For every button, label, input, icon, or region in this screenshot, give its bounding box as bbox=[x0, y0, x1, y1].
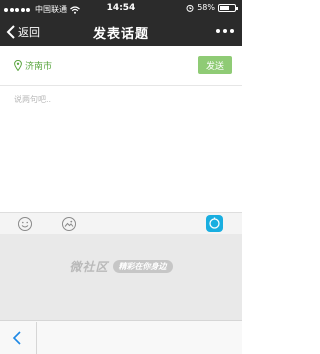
tool-row bbox=[0, 212, 242, 234]
post-text-area[interactable]: 说两句吧.. bbox=[0, 86, 242, 212]
battery-icon bbox=[218, 3, 238, 12]
brand-name: 微社区 bbox=[69, 260, 109, 274]
top-bar: 中国联通 14:54 58% 返回 发表话题 bbox=[0, 0, 242, 46]
brand-mark: 微社区 精彩在你身边 bbox=[0, 258, 242, 275]
browser-bottom-bar bbox=[0, 320, 242, 354]
location-selector[interactable]: 济南市 bbox=[14, 59, 52, 72]
battery-percent: 58% bbox=[197, 3, 215, 12]
post-placeholder: 说两句吧.. bbox=[14, 95, 52, 104]
location-city: 济南市 bbox=[25, 62, 53, 72]
location-pin-icon bbox=[14, 60, 22, 71]
browser-back-icon[interactable] bbox=[10, 329, 24, 347]
alarm-icon bbox=[186, 4, 194, 12]
camera-button[interactable] bbox=[206, 215, 223, 232]
nav-bar: 返回 发表话题 bbox=[0, 18, 242, 46]
image-icon[interactable] bbox=[61, 216, 77, 232]
brand-panel: 微社区 精彩在你身边 bbox=[0, 234, 242, 320]
bottom-divider bbox=[36, 322, 37, 354]
more-icon[interactable] bbox=[216, 29, 234, 33]
brand-slogan: 精彩在你身边 bbox=[112, 260, 173, 273]
camera-icon bbox=[209, 217, 220, 229]
send-button[interactable]: 发送 bbox=[198, 56, 232, 74]
post-topic-screen: 中国联通 14:54 58% 返回 发表话题 济南市 发送 说两句吧.. 微社区… bbox=[0, 0, 242, 354]
location-row: 济南市 发送 bbox=[0, 46, 242, 86]
emoji-icon[interactable] bbox=[17, 216, 33, 232]
page-title: 发表话题 bbox=[92, 27, 149, 42]
status-right: 58% bbox=[186, 3, 238, 12]
status-bar: 中国联通 14:54 58% bbox=[0, 0, 242, 18]
